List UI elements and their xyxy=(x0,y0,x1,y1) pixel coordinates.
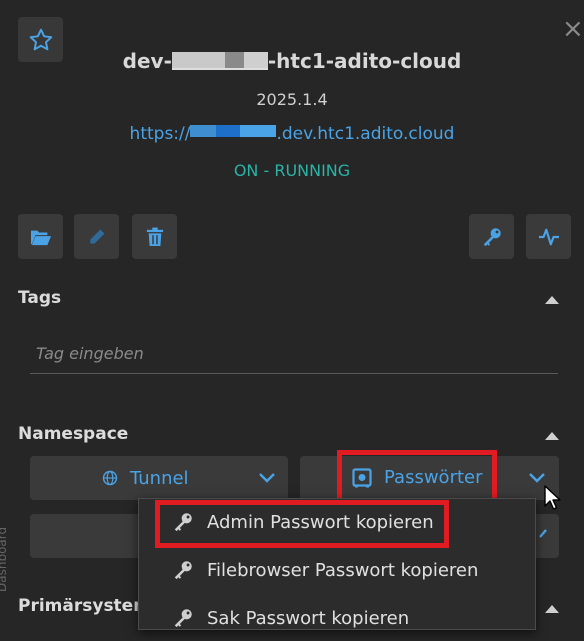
hidden-dropdown-edge[interactable] xyxy=(534,514,559,558)
menu-item-label: Sak Passwort kopieren xyxy=(207,607,410,629)
instance-url-link[interactable]: https://.dev.htc1.adito.cloud xyxy=(0,124,584,144)
admin-password-highlight xyxy=(155,500,449,548)
side-vertical-label: Dashboard xyxy=(0,526,9,592)
chevron-down-icon xyxy=(529,473,545,483)
pencil-icon xyxy=(89,229,104,244)
passwords-label: Passwörter xyxy=(384,467,483,488)
globe-icon xyxy=(102,470,118,486)
primary-heading: Primärsysten xyxy=(18,596,146,616)
redacted-block xyxy=(171,52,268,70)
instance-title: dev- -htc1-adito-cloud xyxy=(122,49,462,73)
activity-icon xyxy=(538,228,559,245)
redacted-block xyxy=(190,125,277,137)
primary-collapse-icon[interactable] xyxy=(545,605,559,613)
chevron-down-icon xyxy=(539,529,547,538)
key-icon xyxy=(174,609,192,628)
credentials-button[interactable] xyxy=(469,214,514,259)
menu-item-sak-password[interactable]: Sak Passwort kopieren xyxy=(139,595,535,641)
edit-button[interactable] xyxy=(74,214,119,259)
passwords-button-highlight[interactable]: Passwörter xyxy=(337,450,497,505)
close-icon[interactable]: × xyxy=(562,14,584,44)
trash-icon xyxy=(146,227,163,246)
namespace-heading: Namespace xyxy=(18,424,129,444)
menu-item-filebrowser-password[interactable]: Filebrowser Passwort kopieren xyxy=(139,547,535,593)
monitoring-button[interactable] xyxy=(526,214,571,259)
menu-item-label: Filebrowser Passwort kopieren xyxy=(207,559,479,581)
tunnel-label: Tunnel xyxy=(130,467,189,489)
tunnel-dropdown[interactable]: Tunnel xyxy=(30,456,288,500)
folder-open-icon xyxy=(30,230,51,245)
chevron-down-icon xyxy=(259,473,275,483)
key-icon xyxy=(483,227,501,246)
namespace-collapse-icon[interactable] xyxy=(545,432,559,440)
delete-button[interactable] xyxy=(132,214,177,259)
instance-status: ON - RUNNING xyxy=(233,161,351,180)
tag-input[interactable] xyxy=(30,334,558,374)
tags-heading: Tags xyxy=(18,288,62,308)
key-icon xyxy=(174,561,192,580)
tags-collapse-icon[interactable] xyxy=(545,296,559,304)
safe-icon xyxy=(352,467,372,487)
hidden-dropdown[interactable] xyxy=(30,514,140,558)
mouse-cursor-icon xyxy=(544,485,561,510)
open-folder-button[interactable] xyxy=(18,214,63,259)
instance-version: 2025.1.4 xyxy=(256,90,328,109)
